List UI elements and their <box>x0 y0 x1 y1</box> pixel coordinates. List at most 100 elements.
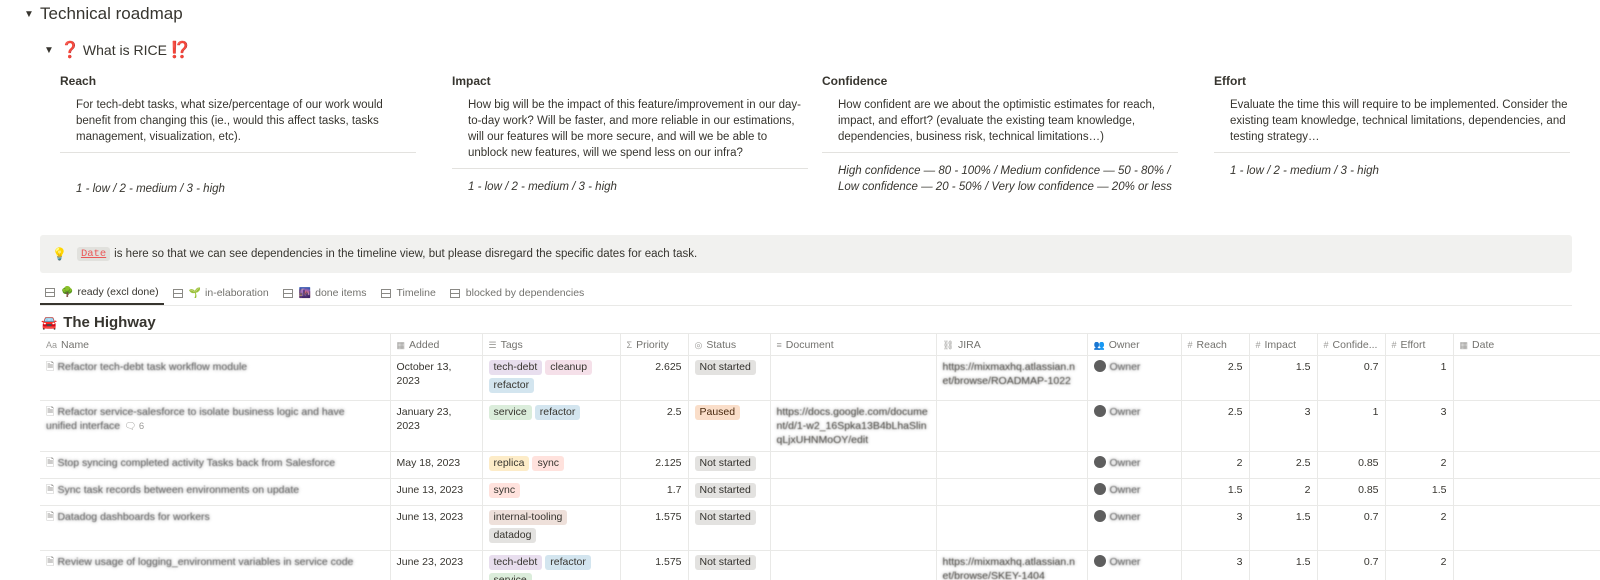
col-name[interactable]: Aa Name <box>40 333 391 356</box>
status-cell[interactable]: Not started <box>688 505 771 551</box>
date-cell[interactable] <box>1453 550 1600 580</box>
date-cell[interactable] <box>1453 505 1600 551</box>
impact-cell[interactable]: 1.5 <box>1249 355 1318 401</box>
impact-cell[interactable]: 3 <box>1249 400 1318 452</box>
tags-cell[interactable]: internal-tooling datadog <box>482 505 621 551</box>
col-jira[interactable]: ⛓ JIRA <box>936 333 1088 356</box>
effort-cell[interactable]: 3 <box>1385 400 1454 452</box>
col-document[interactable]: ≡ Document <box>770 333 937 356</box>
date-cell[interactable] <box>1453 400 1600 452</box>
table-row[interactable]: 🗎 Review usage of logging_environment var… <box>40 550 1600 580</box>
jira-cell[interactable]: https://mixmaxhq.atlassian.net/browse/RO… <box>936 355 1088 401</box>
jira-cell[interactable] <box>936 478 1088 506</box>
document-cell[interactable] <box>770 355 937 401</box>
reach-description[interactable]: For tech-debt tasks, what size/percentag… <box>60 97 416 153</box>
reach-cell[interactable]: 2.5 <box>1181 355 1250 401</box>
status-cell[interactable]: Paused <box>688 400 771 452</box>
row-name-continued[interactable]: unified interface <box>46 420 120 432</box>
status-cell[interactable]: Not started <box>688 451 771 479</box>
document-cell[interactable] <box>770 505 937 551</box>
status-cell[interactable]: Not started <box>688 550 771 580</box>
date-cell[interactable] <box>1453 355 1600 401</box>
status-cell[interactable]: Not started <box>688 478 771 506</box>
table-row[interactable]: 🗎 Stop syncing completed activity Tasks b… <box>40 451 1600 479</box>
tab-ready[interactable]: 🌳 ready (excl done) <box>40 281 164 305</box>
row-name[interactable]: Stop syncing completed activity Tasks ba… <box>57 457 335 469</box>
name-cell[interactable]: 🗎 Refactor service-salesforce to isolate … <box>40 400 391 452</box>
jira-link[interactable]: https://mixmaxhq.atlassian.net/browse/SK… <box>943 556 1075 580</box>
effort-scale[interactable]: 1 - low / 2 - medium / 3 - high <box>1214 163 1574 179</box>
confidence-scale[interactable]: High confidence — 80 - 100% / Medium con… <box>822 163 1182 195</box>
effort-cell[interactable]: 2 <box>1385 505 1454 551</box>
col-reach[interactable]: # Reach <box>1181 333 1250 356</box>
col-owner[interactable]: 👥 Owner <box>1087 333 1182 356</box>
impact-cell[interactable]: 1.5 <box>1249 505 1318 551</box>
rice-toggle[interactable]: ▼ ❓ What is RICE ⁉️ <box>44 40 193 60</box>
col-tags[interactable]: ☰ Tags <box>482 333 621 356</box>
col-status[interactable]: ◎ Status <box>688 333 771 356</box>
row-name[interactable]: Review usage of logging_environment vari… <box>57 556 353 568</box>
table-row[interactable]: 🗎 Refactor service-salesforce to isolate … <box>40 400 1600 452</box>
priority-cell[interactable]: 1.575 <box>620 505 689 551</box>
tags-cell[interactable]: service refactor <box>482 400 621 452</box>
date-cell[interactable] <box>1453 478 1600 506</box>
tags-cell[interactable]: tech-debt cleanup refactor <box>482 355 621 401</box>
confidence-cell[interactable]: 0.7 <box>1317 505 1386 551</box>
tab-blocked[interactable]: blocked by dependencies <box>445 281 590 305</box>
database-title[interactable]: 🚘 The Highway <box>41 314 156 331</box>
reach-scale[interactable]: 1 - low / 2 - medium / 3 - high <box>60 181 420 197</box>
document-cell[interactable] <box>770 550 937 580</box>
col-impact[interactable]: # Impact <box>1249 333 1318 356</box>
table-row[interactable]: 🗎 Datadog dashboards for workers June 13, … <box>40 505 1600 551</box>
added-cell[interactable]: October 13, 2023 <box>390 355 483 401</box>
added-cell[interactable]: June 23, 2023 <box>390 550 483 580</box>
reach-cell[interactable]: 1.5 <box>1181 478 1250 506</box>
added-cell[interactable]: January 23, 2023 <box>390 400 483 452</box>
owner-cell[interactable]: Owner <box>1087 451 1182 479</box>
tags-cell[interactable]: tech-debt refactor service <box>482 550 621 580</box>
effort-cell[interactable]: 1 <box>1385 355 1454 401</box>
confidence-cell[interactable]: 1 <box>1317 400 1386 452</box>
jira-link[interactable]: https://mixmaxhq.atlassian.net/browse/RO… <box>943 361 1075 387</box>
tab-in-elaboration[interactable]: 🌱 in-elaboration <box>168 281 274 305</box>
reach-cell[interactable]: 3 <box>1181 550 1250 580</box>
impact-scale[interactable]: 1 - low / 2 - medium / 3 - high <box>452 179 812 195</box>
reach-cell[interactable]: 2 <box>1181 451 1250 479</box>
impact-description[interactable]: How big will be the impact of this featu… <box>452 97 808 169</box>
col-date[interactable]: ▦ Date <box>1453 333 1600 356</box>
effort-cell[interactable]: 2 <box>1385 550 1454 580</box>
impact-cell[interactable]: 1.5 <box>1249 550 1318 580</box>
row-name[interactable]: Refactor tech-debt task workflow module <box>57 361 247 373</box>
caret-down-icon[interactable]: ▼ <box>44 45 60 56</box>
confidence-cell[interactable]: 0.85 <box>1317 451 1386 479</box>
priority-cell[interactable]: 1.575 <box>620 550 689 580</box>
owner-cell[interactable]: Owner <box>1087 550 1182 580</box>
table-row[interactable]: 🗎 Sync task records between environments … <box>40 478 1600 506</box>
jira-cell[interactable] <box>936 400 1088 452</box>
added-cell[interactable]: June 13, 2023 <box>390 478 483 506</box>
col-effort[interactable]: # Effort <box>1385 333 1454 356</box>
name-cell[interactable]: 🗎 Datadog dashboards for workers <box>40 505 391 551</box>
owner-cell[interactable]: Owner <box>1087 478 1182 506</box>
added-cell[interactable]: May 18, 2023 <box>390 451 483 479</box>
status-cell[interactable]: Not started <box>688 355 771 401</box>
tags-cell[interactable]: sync <box>482 478 621 506</box>
priority-cell[interactable]: 2.5 <box>620 400 689 452</box>
added-cell[interactable]: June 13, 2023 <box>390 505 483 551</box>
date-callout[interactable]: 💡 Date is here so that we can see depend… <box>40 235 1572 273</box>
tab-timeline[interactable]: Timeline <box>376 281 441 305</box>
confidence-description[interactable]: How confident are we about the optimisti… <box>822 97 1178 153</box>
document-link[interactable]: https://docs.google.com/document/d/1-w2_… <box>777 406 928 446</box>
caret-down-icon[interactable]: ▼ <box>24 9 40 20</box>
impact-cell[interactable]: 2 <box>1249 478 1318 506</box>
priority-cell[interactable]: 2.125 <box>620 451 689 479</box>
document-cell[interactable]: https://docs.google.com/document/d/1-w2_… <box>770 400 937 452</box>
priority-cell[interactable]: 1.7 <box>620 478 689 506</box>
row-name[interactable]: Sync task records between environments o… <box>57 484 299 496</box>
jira-cell[interactable] <box>936 505 1088 551</box>
name-cell[interactable]: 🗎 Sync task records between environments … <box>40 478 391 506</box>
name-cell[interactable]: 🗎 Review usage of logging_environment var… <box>40 550 391 580</box>
confidence-cell[interactable]: 0.7 <box>1317 355 1386 401</box>
owner-cell[interactable]: Owner <box>1087 400 1182 452</box>
document-cell[interactable] <box>770 478 937 506</box>
